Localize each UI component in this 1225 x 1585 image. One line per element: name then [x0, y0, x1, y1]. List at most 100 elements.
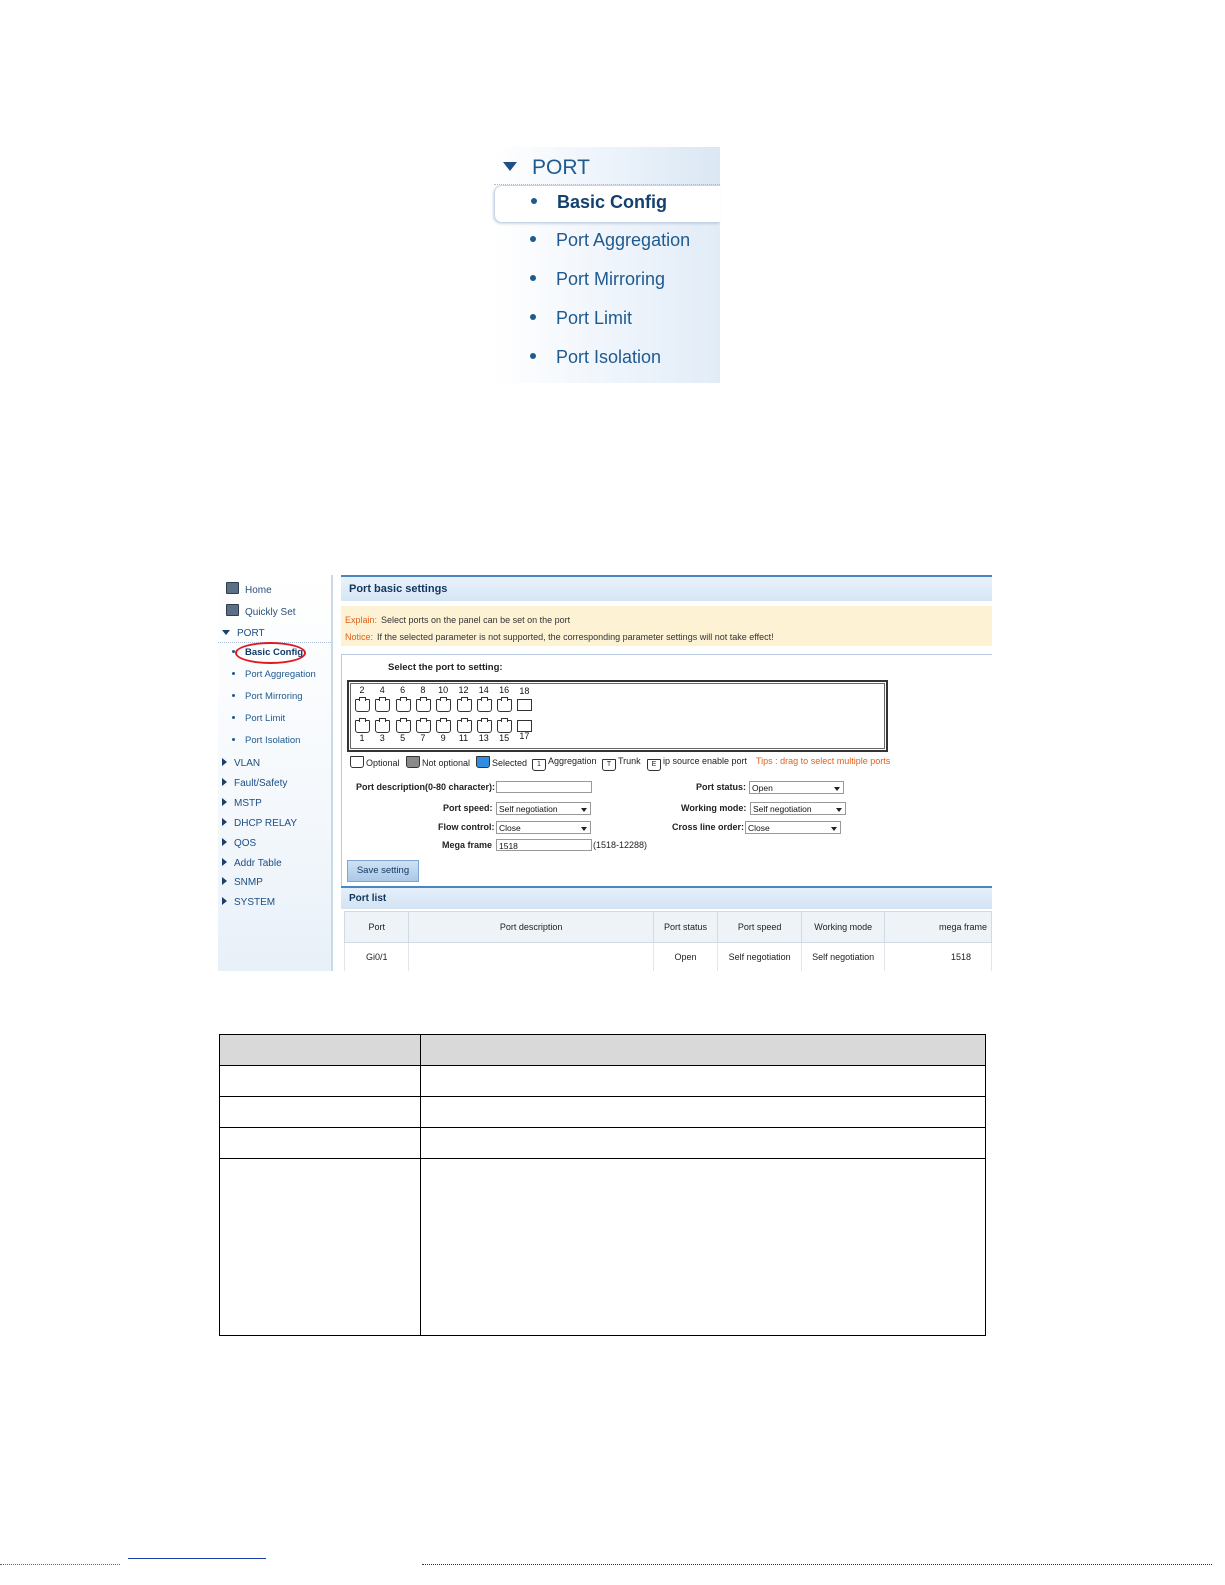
table-row: [219, 1127, 986, 1159]
port-legend: Optional Not optional Selected 1 Aggregat…: [350, 756, 990, 771]
sidebar-item-port-aggregation[interactable]: Port Aggregation: [232, 669, 316, 680]
column-header[interactable]: Port status: [652, 911, 719, 943]
port-18-icon[interactable]: [517, 699, 533, 711]
sidebar-item-port-limit[interactable]: Port Limit: [232, 713, 285, 724]
port-menu-title: PORT: [532, 156, 590, 179]
port-3-icon[interactable]: [375, 718, 391, 733]
home-icon: [226, 582, 239, 594]
caret-down-icon: [222, 630, 230, 635]
port-7-icon[interactable]: [415, 718, 431, 733]
sidebar-item-port-mirroring[interactable]: Port Mirroring: [232, 691, 303, 702]
sidebar-section-addr-table[interactable]: Addr Table: [222, 858, 282, 869]
port-number-label: 11: [458, 733, 469, 743]
port-speed-select[interactable]: Self negotiation: [496, 802, 591, 815]
port-13-icon[interactable]: [476, 718, 492, 733]
cell-port: Gi0/1: [343, 942, 410, 971]
mega-frame-input[interactable]: 1518: [496, 839, 592, 851]
table-cell: [420, 1065, 986, 1097]
explain-row: Explain: Select ports on the panel can be…: [345, 615, 570, 625]
legend-label: Not optional: [422, 758, 471, 768]
chevron-down-icon: [581, 808, 587, 812]
sidebar-item-label: Quickly Set: [245, 607, 296, 618]
port-16-icon[interactable]: [497, 697, 513, 712]
menu-item-label: Port Isolation: [556, 347, 662, 367]
chevron-down-icon: [834, 787, 840, 791]
sidebar-item-label: Port Mirroring: [245, 691, 303, 702]
mega-frame-label: Mega frame: [442, 840, 493, 850]
port-12-icon[interactable]: [456, 697, 472, 712]
sidebar-section-label: SNMP: [234, 877, 263, 888]
sidebar-item-home[interactable]: Home: [226, 582, 272, 596]
menu-item-basic-config[interactable]: Basic Config: [494, 185, 720, 223]
chevron-down-icon: [581, 827, 587, 831]
sidebar-item-quickly-set[interactable]: Quickly Set: [226, 604, 296, 618]
bullet-icon: [530, 353, 536, 359]
sidebar-section-mstp[interactable]: MSTP: [222, 798, 262, 809]
column-header[interactable]: mega frame: [884, 911, 992, 943]
page-footer: [0, 1556, 1225, 1585]
chevron-down-icon: [836, 808, 842, 812]
bullet-icon: [232, 738, 235, 741]
sidebar-section-snmp[interactable]: SNMP: [222, 877, 263, 888]
legend-ip-source: Eip source enable port: [647, 756, 747, 771]
legend-label: Aggregation: [548, 756, 597, 766]
table-cell: [219, 1127, 421, 1159]
working-mode-value: Self negotiation: [753, 804, 812, 814]
port-menu-header[interactable]: PORT: [494, 147, 720, 185]
port-list-table: Port Port description Port status Port s…: [343, 911, 992, 971]
save-setting-button[interactable]: Save setting: [347, 860, 419, 882]
sidebar-section-port[interactable]: PORT: [222, 628, 265, 639]
legend-label: Optional: [366, 758, 400, 768]
sidebar-section-dhcp-relay[interactable]: DHCP RELAY: [222, 818, 297, 829]
working-mode-select[interactable]: Self negotiation: [750, 802, 846, 815]
caret-right-icon: [222, 818, 227, 826]
port-description-input[interactable]: [496, 781, 592, 793]
main-content: Port basic settings Explain: Select ports…: [341, 575, 992, 971]
port-6-icon[interactable]: [395, 697, 411, 712]
port-8-icon[interactable]: [415, 697, 431, 712]
table-row: [219, 1065, 986, 1097]
port-4-icon[interactable]: [375, 697, 391, 712]
sidebar-item-label: Home: [245, 585, 272, 596]
sidebar-section-vlan[interactable]: VLAN: [222, 758, 260, 769]
bullet-icon: [530, 236, 536, 242]
menu-item-port-mirroring[interactable]: Port Mirroring: [494, 263, 720, 299]
sidebar-item-port-isolation[interactable]: Port Isolation: [232, 735, 300, 746]
port-15-icon[interactable]: [497, 718, 513, 733]
port-list: Port list Port Port description Port sta…: [341, 886, 992, 971]
column-header[interactable]: Working mode: [800, 911, 886, 943]
web-ui-screenshot: Home Quickly Set PORT Basic Config Port …: [218, 575, 992, 971]
explain-key: Explain:: [345, 615, 378, 625]
menu-item-port-limit[interactable]: Port Limit: [494, 302, 720, 338]
column-header[interactable]: Port description: [408, 911, 654, 943]
menu-item-port-isolation[interactable]: Port Isolation: [494, 341, 720, 377]
flow-control-value: Close: [499, 823, 521, 833]
notice-key: Notice:: [345, 632, 374, 642]
sidebar-section-label: PORT: [237, 628, 265, 639]
footer-link-underline: [128, 1558, 266, 1559]
cell-mega-frame: 1518: [884, 942, 992, 971]
sidebar-section-qos[interactable]: QOS: [222, 838, 256, 849]
port-14-icon[interactable]: [476, 697, 492, 712]
port-5-icon[interactable]: [395, 718, 411, 733]
legend-trunk: T Trunk: [602, 756, 641, 771]
port-9-icon[interactable]: [436, 718, 452, 733]
port-2-icon[interactable]: [355, 697, 370, 712]
flow-control-select[interactable]: Close: [496, 821, 591, 834]
cross-line-order-select[interactable]: Close: [745, 821, 841, 834]
port-1-icon[interactable]: [355, 718, 370, 733]
column-header[interactable]: Port: [343, 911, 410, 943]
port-11-icon[interactable]: [456, 718, 472, 733]
table-cell: [219, 1065, 421, 1097]
port-status-select[interactable]: Open: [749, 781, 844, 794]
flow-control-label: Flow control:: [438, 822, 495, 832]
sidebar: Home Quickly Set PORT Basic Config Port …: [218, 575, 333, 971]
caret-right-icon: [222, 897, 227, 905]
port-10-icon[interactable]: [436, 697, 452, 712]
sidebar-section-system[interactable]: SYSTEM: [222, 897, 275, 908]
menu-item-port-aggregation[interactable]: Port Aggregation: [494, 224, 720, 260]
sidebar-section-fault-safety[interactable]: Fault/Safety: [222, 778, 287, 789]
table-row[interactable]: Gi0/1 Open Self negotiation Self negotia…: [343, 942, 992, 971]
port-panel[interactable]: 2 4 6 8 10 12 14 16 18 1 3 5 7 9 11 13 15 17: [347, 680, 888, 752]
column-header[interactable]: Port speed: [717, 911, 802, 943]
